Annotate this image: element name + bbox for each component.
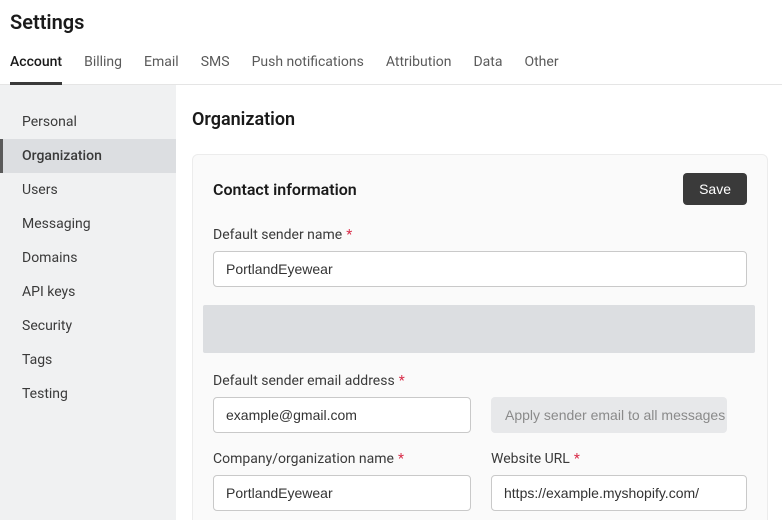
default-sender-email-label: Default sender email address*	[213, 373, 471, 389]
apply-sender-email-button[interactable]: Apply sender email to all messages	[491, 397, 727, 433]
sidebar-item-tags[interactable]: Tags	[0, 343, 176, 377]
tab-sms[interactable]: SMS	[201, 42, 230, 84]
sidebar-item-testing[interactable]: Testing	[0, 377, 176, 411]
sidebar-item-api-keys[interactable]: API keys	[0, 275, 176, 309]
sidebar-item-security[interactable]: Security	[0, 309, 176, 343]
company-name-input[interactable]	[213, 475, 471, 511]
company-name-label: Company/organization name*	[213, 451, 471, 467]
default-sender-name-label: Default sender name*	[213, 227, 747, 243]
sidebar-item-personal[interactable]: Personal	[0, 105, 176, 139]
sidebar-item-users[interactable]: Users	[0, 173, 176, 207]
default-sender-email-label-text: Default sender email address	[213, 373, 395, 389]
contact-info-card: Contact information Save Default sender …	[192, 154, 768, 520]
page-title: Settings	[0, 0, 782, 42]
website-url-input[interactable]	[491, 475, 747, 511]
website-url-label: Website URL*	[491, 451, 747, 467]
tab-attribution[interactable]: Attribution	[386, 42, 452, 84]
sidebar-item-organization[interactable]: Organization	[0, 139, 176, 173]
required-indicator: *	[398, 451, 404, 467]
save-button[interactable]: Save	[683, 173, 747, 205]
company-name-label-text: Company/organization name	[213, 451, 394, 467]
required-indicator: *	[346, 227, 352, 243]
section-title: Organization	[192, 109, 768, 130]
tab-push-notifications[interactable]: Push notifications	[252, 42, 364, 84]
tab-data[interactable]: Data	[473, 42, 502, 84]
default-sender-email-input[interactable]	[213, 397, 471, 433]
tab-other[interactable]: Other	[524, 42, 558, 84]
required-indicator: *	[574, 451, 580, 467]
card-title: Contact information	[213, 180, 357, 199]
website-url-label-text: Website URL	[491, 451, 570, 467]
default-sender-name-label-text: Default sender name	[213, 227, 342, 243]
tabs-bar: Account Billing Email SMS Push notificat…	[0, 42, 782, 85]
main-content: Organization Contact information Save De…	[176, 85, 782, 520]
sidebar-item-domains[interactable]: Domains	[0, 241, 176, 275]
tab-billing[interactable]: Billing	[84, 42, 122, 84]
required-indicator: *	[399, 373, 405, 389]
sidebar: Personal Organization Users Messaging Do…	[0, 85, 176, 520]
default-sender-name-input[interactable]	[213, 251, 747, 287]
tab-account[interactable]: Account	[10, 42, 62, 84]
tab-email[interactable]: Email	[144, 42, 179, 84]
placeholder-block	[203, 305, 755, 353]
sidebar-item-messaging[interactable]: Messaging	[0, 207, 176, 241]
